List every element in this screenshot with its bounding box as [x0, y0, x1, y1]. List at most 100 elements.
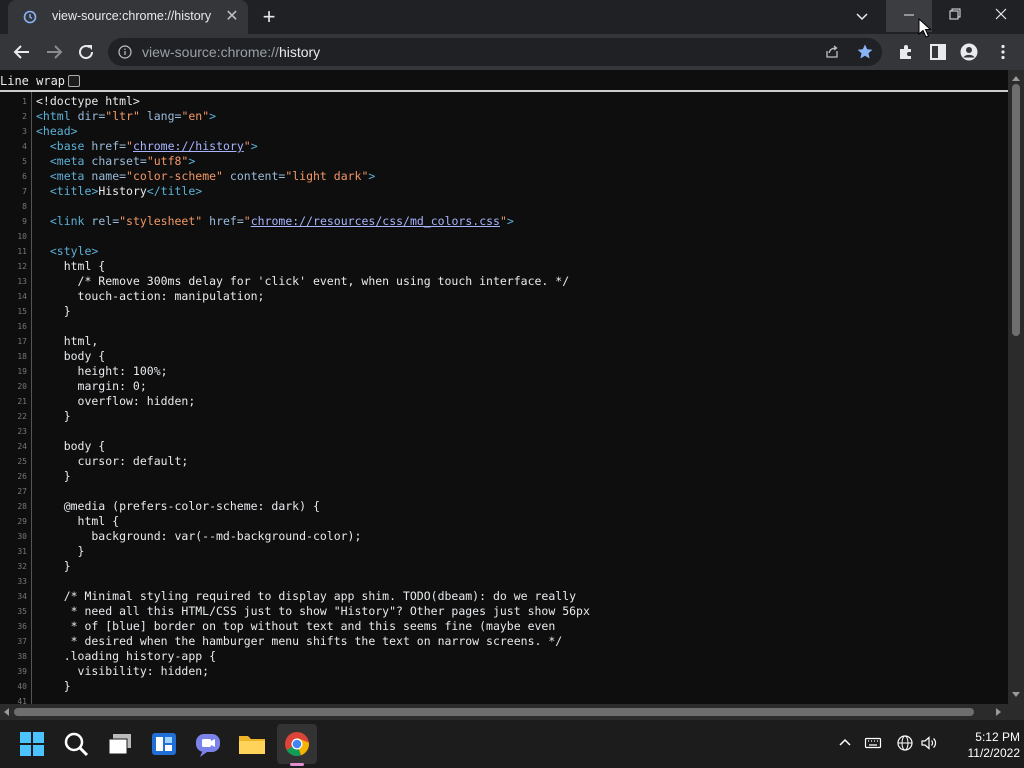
source-line: 30 background: var(--md-background-color…: [0, 529, 1008, 544]
line-number: 33: [17, 577, 27, 586]
line-source: touch-action: manipulation;: [36, 289, 265, 303]
info-icon[interactable]: [118, 45, 132, 59]
source-line: 25 cursor: default;: [0, 454, 1008, 469]
line-number: 7: [22, 187, 27, 196]
line-number: 18: [17, 352, 27, 361]
scrollbar-corner: [1008, 704, 1024, 720]
source-line: 35 * need all this HTML/CSS just to show…: [0, 604, 1008, 619]
source-line: 33: [0, 574, 1008, 589]
line-number: 10: [17, 232, 27, 241]
source-line: 31 }: [0, 544, 1008, 559]
scroll-left-arrow[interactable]: [4, 708, 9, 716]
clock-time: 5:12 PM: [975, 730, 1020, 744]
horizontal-scroll-thumb[interactable]: [14, 708, 974, 716]
line-source: }: [36, 544, 85, 558]
volume-icon[interactable]: [920, 734, 938, 752]
share-icon[interactable]: [824, 44, 840, 60]
source-line: 9 <link rel="stylesheet" href="chrome://…: [0, 214, 1008, 229]
close-icon[interactable]: ✕: [224, 9, 240, 25]
side-panel-icon[interactable]: [929, 43, 947, 61]
source-line: 23: [0, 424, 1008, 439]
source-code-view: 1 <!doctype html> 2 <html dir="ltr" lang="e…: [0, 90, 1008, 704]
line-source: <head>: [36, 124, 78, 138]
source-line: 29 html {: [0, 514, 1008, 529]
tab-strip: view-source:chrome://history ✕ +: [0, 0, 1024, 34]
reload-icon[interactable]: [74, 40, 98, 64]
line-number: 32: [17, 562, 27, 571]
line-wrap-checkbox[interactable]: [68, 75, 80, 87]
horizontal-scrollbar[interactable]: [0, 704, 1008, 720]
line-number: 25: [17, 457, 27, 466]
source-line: 26 }: [0, 469, 1008, 484]
vertical-scroll-thumb[interactable]: [1012, 84, 1020, 336]
line-number: 4: [22, 142, 27, 151]
source-line: 34 /* Minimal styling required to displa…: [0, 589, 1008, 604]
search-icon[interactable]: [60, 728, 92, 760]
line-source: * desired when the hamburger menu shifts…: [36, 634, 563, 648]
new-tab-button[interactable]: +: [258, 6, 280, 29]
line-source: @media (prefers-color-scheme: dark) {: [36, 499, 320, 513]
line-source: visibility: hidden;: [36, 664, 210, 678]
line-number: 37: [17, 637, 27, 646]
system-clock[interactable]: 5:12 PM 11/2/2022: [940, 729, 1021, 761]
chevron-down-icon[interactable]: [852, 8, 872, 26]
menu-icon[interactable]: [994, 43, 1012, 61]
line-number: 40: [17, 682, 27, 691]
back-icon[interactable]: [10, 40, 34, 64]
line-source: .loading history-app {: [36, 649, 217, 663]
line-source: body {: [36, 349, 106, 363]
tab-view-source-history[interactable]: view-source:chrome://history ✕: [8, 0, 248, 34]
extensions-icon[interactable]: [897, 43, 915, 61]
source-line: 13 /* Remove 300ms delay for 'click' eve…: [0, 274, 1008, 289]
line-source: * of [blue] border on top without text a…: [36, 619, 556, 633]
source-line: 37 * desired when the hamburger menu shi…: [0, 634, 1008, 649]
chevron-up-icon[interactable]: [836, 734, 854, 752]
address-bar[interactable]: view-source:chrome://history: [108, 38, 882, 66]
close-icon: [995, 8, 1007, 20]
source-line: 7 <title>History</title>: [0, 184, 1008, 199]
line-source: }: [36, 304, 71, 318]
line-number: 41: [17, 697, 27, 704]
chat-icon[interactable]: [192, 728, 224, 760]
bookmark-star-icon[interactable]: [856, 43, 874, 61]
line-number: 17: [17, 337, 27, 346]
widgets-icon[interactable]: [148, 728, 180, 760]
source-line: 17 html,: [0, 334, 1008, 349]
line-number: 2: [22, 112, 27, 121]
forward-icon[interactable]: [42, 40, 66, 64]
file-explorer-icon[interactable]: [236, 728, 268, 760]
windows-start-icon[interactable]: [16, 728, 48, 760]
line-number: 29: [17, 517, 27, 526]
scroll-right-arrow[interactable]: [996, 708, 1001, 716]
clock-date: 11/2/2022: [967, 746, 1021, 760]
line-number: 36: [17, 622, 27, 631]
line-number: 5: [22, 157, 27, 166]
line-number: 11: [17, 247, 27, 256]
line-number: 14: [17, 292, 27, 301]
network-icon[interactable]: [896, 734, 914, 752]
line-number: 16: [17, 322, 27, 331]
source-line: 1 <!doctype html>: [0, 94, 1008, 109]
vertical-scrollbar[interactable]: [1008, 70, 1024, 704]
task-view-icon[interactable]: [104, 728, 136, 760]
restore-button[interactable]: [932, 0, 978, 32]
line-number: 15: [17, 307, 27, 316]
profile-icon[interactable]: [960, 43, 978, 61]
scroll-up-arrow[interactable]: [1012, 76, 1020, 81]
source-line: 2 <html dir="ltr" lang="en">: [0, 109, 1008, 124]
line-number: 24: [17, 442, 27, 451]
keyboard-icon[interactable]: [864, 734, 882, 752]
scroll-down-arrow[interactable]: [1012, 692, 1020, 697]
source-line: 36 * of [blue] border on top without tex…: [0, 619, 1008, 634]
source-line: 6 <meta name="color-scheme" content="lig…: [0, 169, 1008, 184]
source-line: 24 body {: [0, 439, 1008, 454]
line-number: 19: [17, 367, 27, 376]
source-line: 10: [0, 229, 1008, 244]
line-number: 12: [17, 262, 27, 271]
source-line: 15 }: [0, 304, 1008, 319]
source-line: 18 body {: [0, 349, 1008, 364]
line-source: <!doctype html>: [36, 94, 140, 108]
line-source: <html dir="ltr" lang="en">: [36, 109, 217, 123]
close-window-button[interactable]: [978, 0, 1024, 32]
line-source: html {: [36, 514, 120, 528]
